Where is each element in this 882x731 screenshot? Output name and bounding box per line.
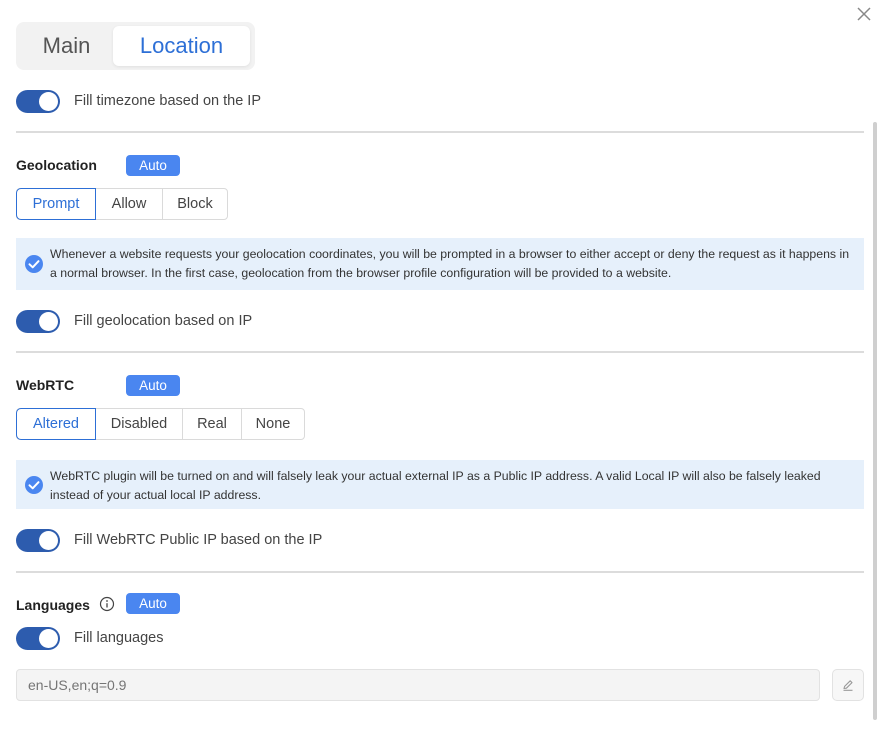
geolocation-toggle[interactable] — [16, 310, 60, 333]
webrtc-info-text: WebRTC plugin will be turned on and will… — [50, 469, 821, 502]
geolocation-option-allow[interactable]: Allow — [95, 189, 162, 219]
webrtc-toggle[interactable] — [16, 529, 60, 552]
tab-location[interactable]: Location — [113, 26, 250, 66]
check-circle-icon — [25, 255, 43, 273]
divider — [16, 571, 864, 573]
webrtc-auto-badge[interactable]: Auto — [126, 375, 180, 396]
geolocation-mode-selector: Prompt Allow Block — [16, 188, 228, 220]
geolocation-info-box: Whenever a website requests your geoloca… — [16, 238, 864, 290]
toggle-knob — [39, 531, 58, 550]
webrtc-option-altered[interactable]: Altered — [16, 408, 96, 440]
timezone-toggle-label: Fill timezone based on the IP — [74, 93, 261, 109]
divider — [16, 131, 864, 133]
info-icon[interactable] — [99, 596, 115, 612]
geolocation-info-text: Whenever a website requests your geoloca… — [50, 247, 850, 280]
languages-toggle-label: Fill languages — [74, 630, 164, 646]
timezone-toggle[interactable] — [16, 90, 60, 113]
geolocation-title: Geolocation — [16, 157, 97, 173]
geolocation-option-prompt[interactable]: Prompt — [16, 188, 96, 220]
webrtc-option-real[interactable]: Real — [182, 409, 241, 439]
languages-title: Languages — [16, 597, 90, 613]
languages-auto-badge[interactable]: Auto — [126, 593, 180, 614]
webrtc-title: WebRTC — [16, 377, 75, 393]
toggle-knob — [39, 629, 58, 648]
geolocation-auto-badge[interactable]: Auto — [126, 155, 180, 176]
languages-toggle[interactable] — [16, 627, 60, 650]
pencil-icon — [843, 680, 853, 691]
toggle-knob — [39, 312, 58, 331]
edit-languages-button[interactable] — [832, 669, 864, 701]
divider — [16, 351, 864, 353]
webrtc-mode-selector: Altered Disabled Real None — [16, 408, 305, 440]
webrtc-option-disabled[interactable]: Disabled — [95, 409, 182, 439]
geolocation-toggle-label: Fill geolocation based on IP — [74, 313, 253, 329]
scrollbar[interactable] — [873, 122, 877, 720]
check-circle-icon — [25, 475, 43, 494]
webrtc-option-none[interactable]: None — [241, 409, 304, 439]
webrtc-toggle-label: Fill WebRTC Public IP based on the IP — [74, 532, 323, 548]
close-button[interactable] — [855, 5, 873, 23]
languages-input[interactable] — [16, 669, 820, 701]
webrtc-info-box: WebRTC plugin will be turned on and will… — [16, 460, 864, 509]
close-icon — [857, 7, 871, 21]
tab-main[interactable]: Main — [20, 26, 113, 66]
geolocation-option-block[interactable]: Block — [162, 189, 227, 219]
toggle-knob — [39, 92, 58, 111]
tab-bar: Main Location — [16, 22, 255, 70]
